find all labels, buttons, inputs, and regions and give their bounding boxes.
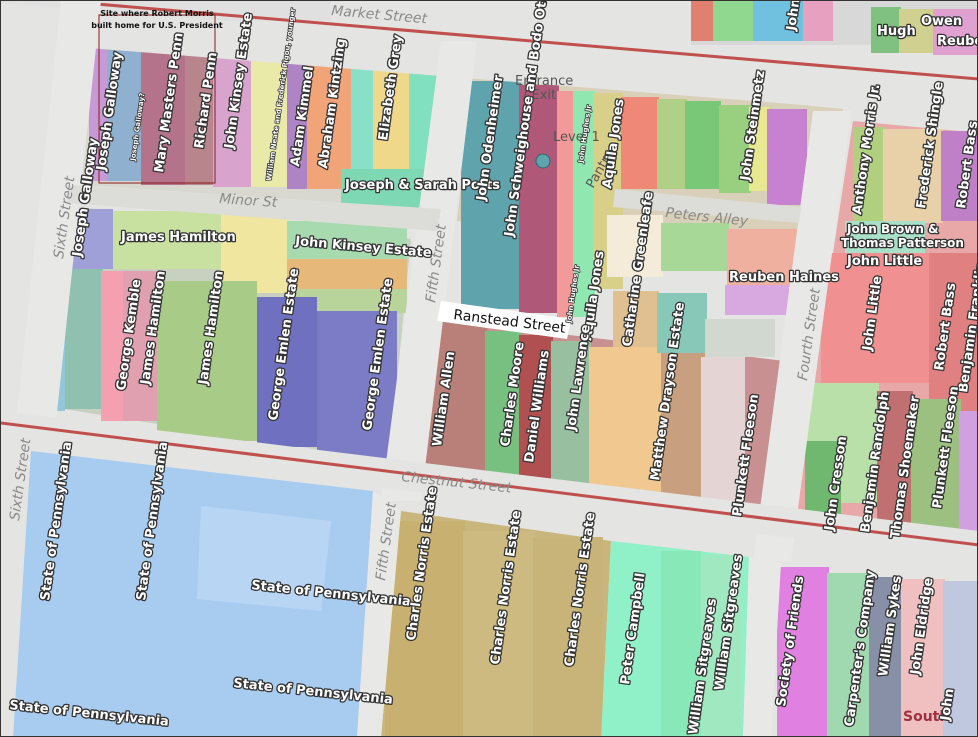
label-hugh: Hugh [877, 24, 916, 39]
map-canvas[interactable]: Ranstead Street Site where Robert Morris… [1, 1, 978, 737]
label-owen: Owen [921, 14, 962, 29]
level-label: Level 1 [553, 130, 600, 145]
label-reuben-haines: Reuben Haines [729, 270, 839, 285]
label-reuben: Reuben [937, 34, 978, 49]
label-james-hamilton-a: James Hamilton [120, 230, 236, 245]
note-line-1: Site where Robert Morris [100, 9, 214, 18]
restroom-icon[interactable] [535, 153, 551, 169]
parcel-map[interactable]: Ranstead Street Site where Robert Morris… [0, 0, 978, 737]
label-thomas-patterson: Thomas Patterson [841, 236, 964, 250]
label-john-little-a: John Little [846, 254, 922, 269]
note-line-2: built home for U.S. President [91, 21, 223, 30]
label-john-brown: John Brown & [846, 222, 939, 236]
